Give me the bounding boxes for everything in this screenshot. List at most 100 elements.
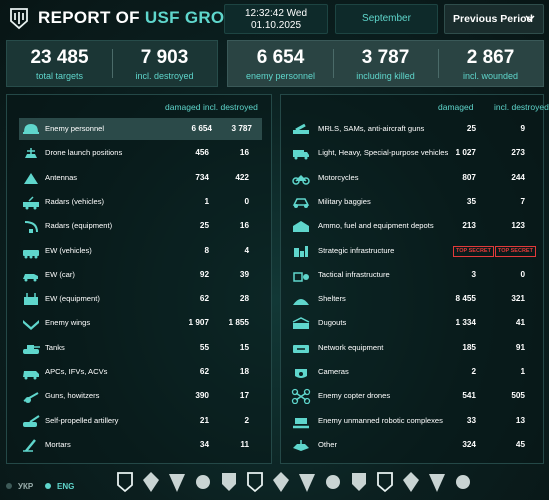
unit-emblem-4-icon[interactable] [218,468,240,496]
row-label: Self-propelled artillery [45,415,119,425]
table-row[interactable]: EW (equipment) 62 28 [7,288,271,310]
robot-complex-icon [291,413,311,429]
unit-emblem-13-icon[interactable] [452,468,474,496]
unit-emblems [114,468,474,496]
destroyed-value: 0 [244,196,249,206]
tactical-infrastructure-icon [291,267,311,283]
table-row[interactable]: MRLS, SAMs, anti-aircraft guns 25 9 [281,118,543,140]
table-row[interactable]: Tanks 55 15 [7,337,271,359]
damaged-value: 185 [462,342,476,352]
current-time: 12:32:42 Wed [244,8,308,19]
row-label: Mortars [45,439,71,449]
shelter-icon [291,291,311,307]
stat-enemy-personnel: 6 654 enemy personnel [228,41,333,86]
destroyed-value: 3 787 [231,124,253,133]
damaged-value: 25 [199,221,209,231]
unit-emblem-11-icon[interactable] [400,468,422,496]
table-row[interactable]: Tactical infrastructure 3 0 [281,264,543,286]
row-label: Radars (equipment) [45,221,113,231]
language-ukr[interactable]: УКР [18,482,33,491]
radar-equipment-icon [21,218,41,234]
table-row[interactable]: Drone launch positions 456 16 [7,142,271,164]
table-row[interactable]: Network equipment 185 91 [281,337,543,359]
destroyed-value: 0 [520,269,525,279]
damaged-value: 2 [471,367,476,376]
damaged-value: 213 [462,221,476,231]
destroyed-value: 1 [520,367,525,376]
usf-logo-icon [8,6,30,30]
language-eng[interactable]: ENG [57,482,74,491]
stat-value: 23 485 [30,47,89,68]
damaged-value: 25 [466,124,476,133]
damaged-value: 8 455 [455,294,477,304]
table-row[interactable]: Motorcycles 807 244 [281,167,543,189]
row-label: APCs, IFVs, ACVs [45,367,108,376]
stats-total: 23 485 total targets 7 903 incl. destroy… [6,40,218,87]
destroyed-value: 321 [511,294,525,304]
month-selector[interactable]: September [335,4,438,34]
table-row[interactable]: Ammo, fuel and equipment depots 213 123 [281,215,543,237]
destroyed-value: 2 [244,415,249,425]
stat-value: 6 654 [256,47,305,68]
destroyed-value: 422 [235,172,249,182]
antenna-icon [21,170,41,186]
damaged-value: 33 [466,415,476,425]
row-label: Enemy personnel [45,124,105,133]
table-row[interactable]: Self-propelled artillery 21 2 [7,410,271,432]
table-row[interactable]: Strategic infrastructure TOP SECRET TOP SE… [281,240,543,262]
table-row[interactable]: EW (car) 92 39 [7,264,271,286]
unit-emblem-8-icon[interactable] [322,468,344,496]
unit-emblem-9-icon[interactable] [348,468,370,496]
table-row[interactable]: Enemy unmanned robotic complexes 33 13 [281,410,543,432]
wings-icon [21,315,41,331]
unit-emblem-6-icon[interactable] [270,468,292,496]
unit-emblem-7-icon[interactable] [296,468,318,496]
table-row[interactable]: Radars (vehicles) 1 0 [7,191,271,213]
table-row[interactable]: Light, Heavy, Special-purpose vehicles 1 … [281,142,543,164]
unit-emblem-1-icon[interactable] [140,468,162,496]
unit-emblem-2-icon[interactable] [166,468,188,496]
row-label: Strategic infrastructure [318,245,395,255]
damaged-value: 456 [195,148,209,158]
motorcycle-icon [291,170,311,186]
table-row[interactable]: Dugouts 1 334 41 [281,312,543,334]
unit-emblem-10-icon[interactable] [374,468,396,496]
column-header-destroyed: incl. destroyed [203,102,258,112]
table-row[interactable]: EW (vehicles) 8 4 [7,240,271,262]
destroyed-value: 4 [244,245,249,255]
table-row[interactable]: Radars (equipment) 25 16 [7,215,271,237]
unit-emblem-3-icon[interactable] [192,468,214,496]
table-row[interactable]: Shelters 8 455 321 [281,288,543,310]
table-row[interactable]: Other 324 45 [281,434,543,456]
table-row[interactable]: Guns, howitzers 390 17 [7,385,271,407]
top-secret-badge: TOP SECRET [495,245,536,257]
destroyed-value: 273 [511,148,525,158]
table-row[interactable]: Enemy copter drones 541 505 [281,385,543,407]
destroyed-value: 13 [515,415,525,425]
destroyed-value: 45 [515,439,525,449]
column-header-damaged: damaged [165,102,201,112]
period-label: Previous Period [453,13,533,25]
damaged-value: 34 [199,439,209,449]
table-row[interactable]: Cameras 2 1 [281,361,543,383]
row-label: Cameras [318,367,349,376]
table-row[interactable]: APCs, IFVs, ACVs 62 18 [7,361,271,383]
usf-emblem-icon[interactable] [114,468,136,496]
unit-emblem-5-icon[interactable] [244,468,266,496]
targets-panel-left: damaged incl. destroyed Enemy personnel 6… [6,94,272,464]
other-icon [291,437,311,453]
language-toggle-eng-dot[interactable] [45,483,51,489]
period-dropdown[interactable]: Previous Period [444,4,544,34]
table-row[interactable]: Military baggies 35 7 [281,191,543,213]
table-row[interactable]: Enemy wings 1 907 1 855 [7,312,271,334]
damaged-value: 8 [204,245,209,255]
damaged-value: 92 [199,269,209,279]
destroyed-value: 39 [239,269,249,279]
targets-panel-right: damaged incl. destroyed MRLS, SAMs, anti… [280,94,549,464]
table-row[interactable]: Mortars 34 11 [7,434,271,456]
table-row[interactable]: Enemy personnel 6 654 3 787 [19,118,262,140]
unit-emblem-12-icon[interactable] [426,468,448,496]
table-row[interactable]: Antennas 734 422 [7,167,271,189]
language-toggle-ukr-dot[interactable] [6,483,12,489]
damaged-value: 62 [199,367,209,376]
